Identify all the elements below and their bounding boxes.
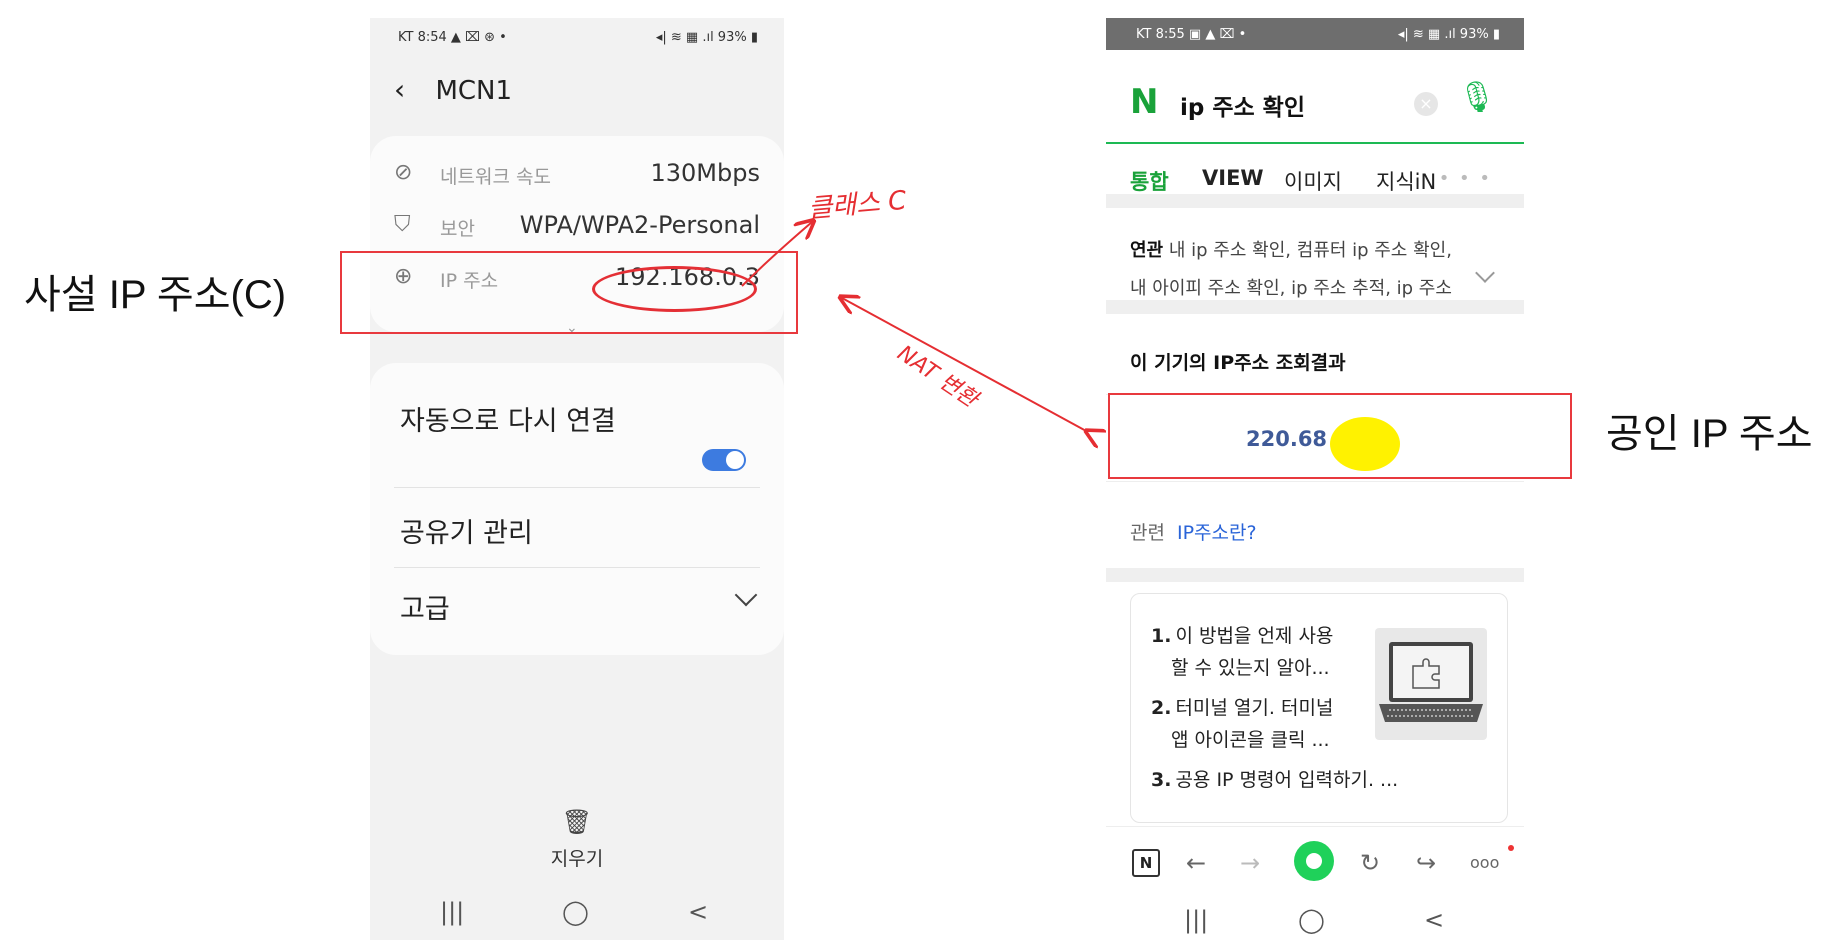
naver-home-icon[interactable]: N	[1132, 849, 1160, 877]
share-icon[interactable]: ↪	[1416, 849, 1436, 877]
more-tabs-icon[interactable]: • • •	[1439, 168, 1492, 189]
search-bar: N ip 주소 확인 × 🎙	[1106, 50, 1524, 144]
ip-info-link[interactable]: IP주소란?	[1177, 522, 1257, 544]
step-num: 1.	[1151, 625, 1172, 647]
how-to-card[interactable]: 1. 이 방법을 언제 사용 할 수 있는지 알아... 2. 터미널 열기. 터미…	[1130, 593, 1508, 823]
more-icon[interactable]: ooo	[1470, 853, 1499, 872]
status-time: KT 8:55 ▣ ▲ ⌧ •	[1136, 27, 1247, 42]
right-phone-screen: KT 8:55 ▣ ▲ ⌧ • ◂| ≋ ▦ .ıl 93% ▮ N ip 주소…	[1106, 18, 1524, 940]
related-line1[interactable]: 내 ip 주소 확인, 컴퓨터 ip 주소 확인,	[1169, 240, 1452, 261]
step-num: 3.	[1151, 769, 1172, 791]
public-ip-highlight-box	[1108, 393, 1572, 479]
back-icon[interactable]: <	[1424, 906, 1444, 934]
tab-knowledge[interactable]: 지식iN	[1376, 166, 1436, 196]
refresh-icon[interactable]: ↻	[1360, 849, 1380, 877]
status-icons: ◂| ≋ ▦ .ıl 93% ▮	[1397, 27, 1500, 42]
laptop-puzzle-image	[1375, 628, 1487, 740]
related-label: 관련	[1130, 522, 1165, 544]
green-dot-icon[interactable]	[1294, 841, 1334, 881]
microphone-icon[interactable]: 🎙	[1458, 80, 1496, 115]
home-icon[interactable]: ◯	[1298, 906, 1325, 934]
public-ip-annotation: 공인 IP 주소	[1606, 412, 1813, 456]
related-link-row: 관련 IP주소란?	[1130, 518, 1257, 545]
step-1: 1. 이 방법을 언제 사용 할 수 있는지 알아...	[1151, 620, 1333, 684]
class-c-arrow	[741, 222, 812, 287]
forward-arrow-icon[interactable]: →	[1240, 849, 1260, 877]
notification-dot	[1508, 845, 1514, 851]
status-bar: KT 8:55 ▣ ▲ ⌧ • ◂| ≋ ▦ .ıl 93% ▮	[1106, 18, 1524, 50]
step-num: 2.	[1151, 697, 1172, 719]
recent-apps-icon[interactable]: |||	[1184, 906, 1208, 934]
step-text: 터미널 열기. 터미널	[1175, 697, 1334, 719]
system-nav-bar: ||| ◯ <	[1106, 906, 1524, 940]
back-arrow-icon[interactable]: ←	[1186, 849, 1206, 877]
step-3: 3. 공용 IP 명령어 입력하기. ...	[1151, 764, 1398, 796]
result-title: 이 기기의 IP주소 조회결과	[1130, 352, 1346, 374]
tab-all[interactable]: 통합	[1130, 166, 1169, 196]
related-head: 연관	[1130, 240, 1164, 261]
search-query[interactable]: ip 주소 확인	[1180, 88, 1305, 122]
tab-image[interactable]: 이미지	[1284, 166, 1342, 196]
tab-view[interactable]: VIEW	[1202, 166, 1264, 190]
related-searches: 연관 내 ip 주소 확인, 컴퓨터 ip 주소 확인, 내 아이피 주소 확인…	[1130, 232, 1510, 308]
naver-logo[interactable]: N	[1130, 85, 1158, 119]
clear-icon[interactable]: ×	[1414, 92, 1438, 116]
section-gap	[1106, 194, 1524, 208]
section-gap	[1106, 568, 1524, 582]
section-gap	[1106, 300, 1524, 314]
step-text: 앱 아이콘을 클릭 ...	[1171, 729, 1330, 751]
step-text: 할 수 있는지 알아...	[1171, 657, 1330, 679]
step-2: 2. 터미널 열기. 터미널 앱 아이콘을 클릭 ...	[1151, 692, 1333, 756]
browser-toolbar: N ← → ↻ ↪ ooo	[1106, 826, 1524, 897]
step-text: 공용 IP 명령어 입력하기. ...	[1175, 769, 1399, 791]
step-text: 이 방법을 언제 사용	[1175, 625, 1334, 647]
